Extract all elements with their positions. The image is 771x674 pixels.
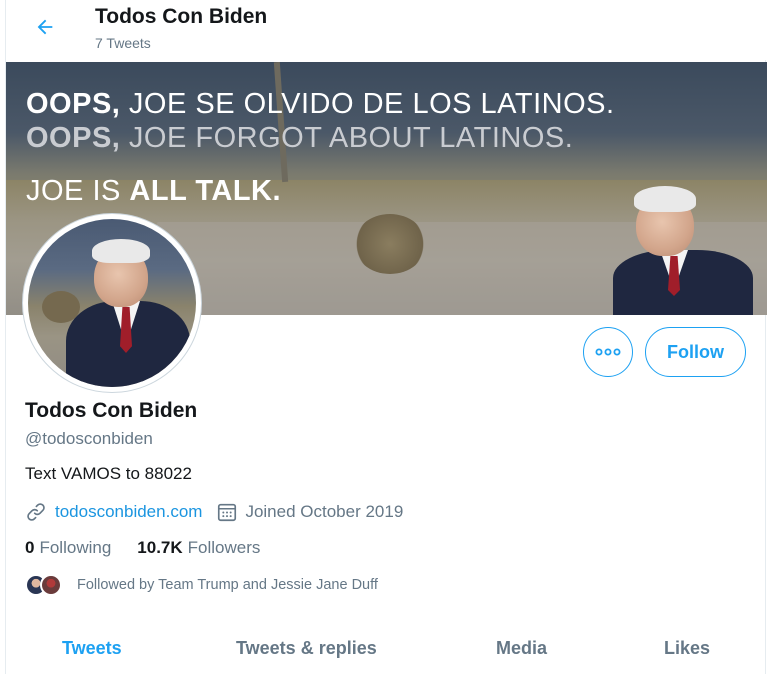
following-label: Following	[39, 538, 112, 557]
link-icon	[25, 501, 47, 523]
arrow-left-icon	[37, 19, 53, 35]
follower-avatar	[40, 574, 62, 596]
follow-stats: 0 Following 10.7K Followers	[25, 538, 286, 558]
more-options-button[interactable]	[583, 327, 633, 377]
banner-tumbleweed	[354, 214, 426, 274]
followed-by[interactable]: Followed by Team Trump and Jessie Jane D…	[25, 574, 378, 596]
tab-media[interactable]: Media	[496, 638, 547, 659]
followed-by-text: Followed by Team Trump and Jessie Jane D…	[77, 577, 378, 593]
joined-date: Joined October 2019	[245, 502, 404, 521]
avatar[interactable]	[22, 213, 202, 393]
following-count: 0	[25, 538, 35, 557]
followed-by-avatars	[25, 574, 65, 596]
profile-bio: Text VAMOS to 88022	[25, 464, 192, 483]
top-bar: Todos Con Biden 7 Tweets	[6, 0, 767, 60]
following-stat[interactable]: 0 Following	[25, 538, 111, 558]
avatar-image	[28, 219, 196, 387]
profile-name: Todos Con Biden	[25, 399, 198, 422]
more-icon	[595, 348, 621, 356]
tweet-count: 7 Tweets	[95, 35, 151, 51]
profile-meta: todosconbiden.com Joined October 2019	[25, 500, 403, 524]
tab-likes[interactable]: Likes	[664, 638, 710, 659]
banner-person	[608, 184, 758, 315]
profile-tabs: Tweets Tweets & replies Media Likes	[6, 624, 767, 674]
banner-line-2: OOPS, JOE FORGOT ABOUT LATINOS.	[26, 122, 574, 154]
back-button[interactable]	[30, 12, 60, 42]
profile-handle: @todosconbiden	[25, 429, 153, 448]
calendar-icon	[216, 501, 238, 523]
follow-button[interactable]: Follow	[645, 327, 746, 377]
avatar-person	[58, 235, 196, 387]
profile-website-link[interactable]: todosconbiden.com	[55, 502, 202, 522]
banner-line-1: OOPS, JOE SE OLVIDO DE LOS LATINOS.	[26, 88, 615, 120]
profile-page: Todos Con Biden 7 Tweets OOPS, JOE SE OL…	[5, 0, 767, 674]
header-title: Todos Con Biden	[95, 5, 268, 28]
followers-count: 10.7K	[137, 538, 183, 557]
tab-tweets[interactable]: Tweets	[62, 638, 122, 659]
followers-stat[interactable]: 10.7K Followers	[137, 538, 260, 558]
tab-tweets-replies[interactable]: Tweets & replies	[236, 638, 377, 659]
banner-line-3: JOE IS ALL TALK.	[26, 175, 282, 207]
followers-label: Followers	[187, 538, 261, 557]
